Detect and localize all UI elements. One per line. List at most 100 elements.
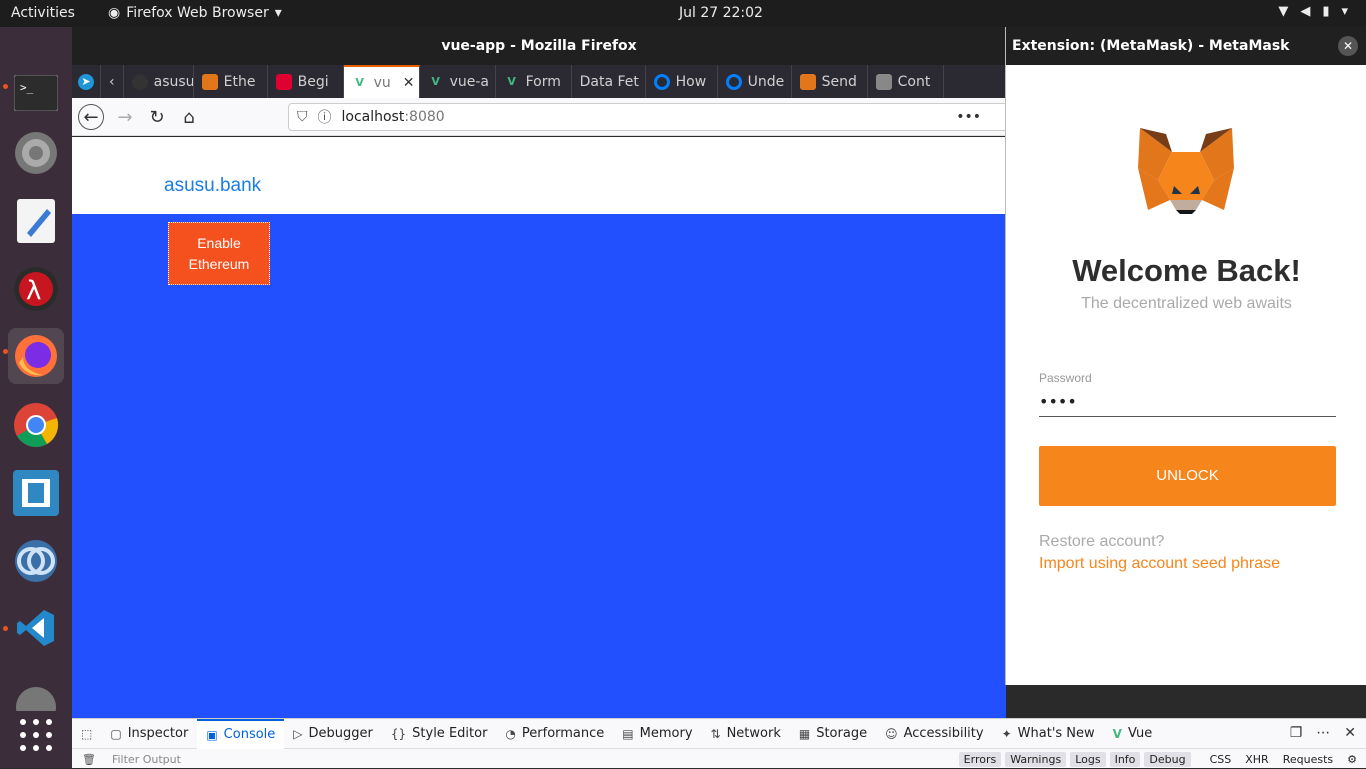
tab-label: Unde bbox=[747, 73, 785, 90]
dock-vscode[interactable] bbox=[8, 600, 64, 656]
more-options-icon[interactable]: ⋯ bbox=[1316, 725, 1330, 741]
tab-label: asusu bbox=[153, 73, 194, 90]
console-filter-bar: 🗑 Filter Output Errors Warnings Logs Inf… bbox=[72, 750, 1366, 769]
tab-label: How bbox=[675, 73, 707, 90]
filter-output-input[interactable]: Filter Output bbox=[112, 753, 181, 766]
devtools-tab-memory[interactable]: ▤ Memory bbox=[613, 719, 701, 749]
tab-ethereum[interactable]: Ethe bbox=[194, 65, 268, 98]
doc-icon bbox=[875, 73, 892, 90]
dock-bracket-app[interactable] bbox=[8, 465, 64, 521]
dock-terminal[interactable]: >_ bbox=[8, 65, 64, 121]
app-menu[interactable]: ◉ Firefox Web Browser ▾ bbox=[108, 5, 282, 21]
pick-element-button[interactable]: ⬚ bbox=[72, 719, 101, 749]
console-settings-icon[interactable]: ⚙ bbox=[1342, 752, 1362, 767]
metamask-icon bbox=[799, 73, 816, 90]
home-icon: ⌂ bbox=[183, 106, 195, 128]
filter-warnings[interactable]: Warnings bbox=[1005, 752, 1067, 767]
tab-asusu[interactable]: asusu bbox=[124, 65, 194, 98]
password-field[interactable]: •••• bbox=[1039, 391, 1336, 417]
filter-requests[interactable]: Requests bbox=[1278, 752, 1338, 767]
password-label: Password bbox=[1039, 371, 1092, 385]
dock-settings[interactable] bbox=[8, 125, 64, 181]
system-top-bar: Activities ◉ Firefox Web Browser ▾ Jul 2… bbox=[0, 0, 1366, 27]
volume-icon: ◀ bbox=[1300, 4, 1311, 19]
storage-icon: ▦ bbox=[798, 726, 811, 741]
app-header: asusu.bank bbox=[72, 137, 1006, 214]
info-icon[interactable]: ⓘ bbox=[318, 107, 332, 127]
devtools-tab-label: Performance bbox=[521, 726, 605, 741]
dock-eclipse[interactable] bbox=[8, 533, 64, 589]
tab-form[interactable]: V Form bbox=[496, 65, 572, 98]
filter-info[interactable]: Info bbox=[1109, 752, 1141, 767]
firefox-view-button[interactable]: ➤ bbox=[72, 65, 101, 98]
devtools-tab-inspector[interactable]: ▢ Inspector bbox=[101, 719, 197, 749]
tab-how[interactable]: How bbox=[646, 65, 718, 98]
dock-text-editor[interactable] bbox=[8, 193, 64, 249]
tab-beginners[interactable]: Begi bbox=[268, 65, 344, 98]
welcome-subtitle: The decentralized web awaits bbox=[1081, 295, 1292, 312]
brand-link[interactable]: asusu.bank bbox=[164, 175, 261, 197]
terminal-icon: >_ bbox=[14, 75, 58, 111]
telegram-icon: ➤ bbox=[78, 73, 94, 90]
enable-ethereum-label: Enable Ethereum bbox=[188, 234, 250, 272]
devtools-tab-network[interactable]: ⇅ Network bbox=[702, 719, 790, 749]
devtools-tab-whats-new[interactable]: ✦ What's New bbox=[993, 719, 1104, 749]
tab-scroll-left[interactable]: ‹ bbox=[101, 65, 124, 98]
devtools-tab-style-editor[interactable]: {} Style Editor bbox=[382, 719, 497, 749]
import-seed-phrase-link[interactable]: Import using account seed phrase bbox=[1039, 555, 1280, 573]
running-indicator bbox=[3, 84, 8, 89]
close-icon[interactable]: ✕ bbox=[1338, 36, 1358, 56]
tab-label: Cont bbox=[897, 73, 931, 90]
devtools-tab-storage[interactable]: ▦ Storage bbox=[790, 719, 876, 749]
url-text: localhost:8080 bbox=[342, 109, 445, 125]
show-apps-button[interactable] bbox=[8, 707, 64, 763]
devtools-tab-accessibility[interactable]: ☺ Accessibility bbox=[876, 719, 993, 749]
dock-firefox[interactable] bbox=[8, 328, 64, 384]
tab-send[interactable]: Send bbox=[792, 65, 868, 98]
filter-errors[interactable]: Errors bbox=[958, 752, 1002, 767]
memory-icon: ▤ bbox=[622, 726, 634, 741]
activities-button[interactable]: Activities bbox=[11, 5, 75, 21]
firefox-icon bbox=[15, 335, 57, 377]
angular-icon bbox=[275, 73, 292, 90]
devtools-window-controls: ❐ ⋯ ✕ bbox=[1290, 725, 1356, 741]
tab-vue-a[interactable]: V vue-a bbox=[420, 65, 496, 98]
running-indicator bbox=[3, 349, 8, 354]
back-button[interactable]: ← bbox=[78, 104, 104, 130]
tab-contract[interactable]: Cont bbox=[868, 65, 944, 98]
tab-data-fetch[interactable]: Data Fet bbox=[572, 65, 646, 98]
tab-vue-app-active[interactable]: V vu ✕ bbox=[343, 65, 420, 98]
filter-debug[interactable]: Debug bbox=[1144, 752, 1191, 767]
svg-text:>_: >_ bbox=[20, 81, 34, 94]
tab-understanding[interactable]: Unde bbox=[718, 65, 792, 98]
devtools-tab-vue[interactable]: V Vue bbox=[1104, 719, 1162, 749]
forward-button[interactable]: → bbox=[112, 104, 138, 130]
enable-ethereum-button[interactable]: Enable Ethereum bbox=[168, 222, 270, 285]
close-tab-icon[interactable]: ✕ bbox=[403, 75, 415, 91]
home-button[interactable]: ⌂ bbox=[176, 104, 202, 130]
debugger-icon: ▷ bbox=[293, 726, 303, 741]
devtools-tab-console[interactable]: ▣ Console bbox=[197, 718, 285, 749]
unlock-button[interactable]: UNLOCK bbox=[1039, 446, 1336, 506]
filter-css[interactable]: CSS bbox=[1205, 752, 1237, 767]
system-tray[interactable]: ▼ ◀ ▮ ▾ bbox=[1278, 4, 1348, 19]
reload-button[interactable]: ↻ bbox=[144, 104, 170, 130]
app-menu-label: Firefox Web Browser bbox=[126, 5, 269, 21]
navigation-toolbar: ← → ↻ ⌂ ⛉ ⓘ localhost:8080 ••• bbox=[72, 98, 1008, 136]
devtools-tab-debugger[interactable]: ▷ Debugger bbox=[284, 719, 382, 749]
window-title: vue-app - Mozilla Firefox bbox=[72, 27, 1006, 65]
whats-new-icon: ✦ bbox=[1001, 726, 1012, 741]
dock-side-icon[interactable]: ❐ bbox=[1290, 725, 1303, 741]
close-icon[interactable]: ✕ bbox=[1344, 725, 1356, 741]
clock[interactable]: Jul 27 22:02 bbox=[679, 5, 763, 21]
filter-xhr[interactable]: XHR bbox=[1240, 752, 1273, 767]
url-bar[interactable]: ⛉ ⓘ localhost:8080 ••• bbox=[288, 103, 1008, 131]
dock-chrome[interactable] bbox=[8, 397, 64, 453]
trash-icon[interactable]: 🗑 bbox=[82, 753, 96, 766]
page-actions-icon[interactable]: ••• bbox=[956, 109, 981, 125]
devtools-tab-label: Accessibility bbox=[903, 726, 984, 741]
url-host: localhost bbox=[341, 109, 405, 125]
filter-logs[interactable]: Logs bbox=[1070, 752, 1106, 767]
devtools-tab-performance[interactable]: ◔ Performance bbox=[496, 719, 613, 749]
dock-lambda-app[interactable]: λ bbox=[8, 261, 64, 317]
